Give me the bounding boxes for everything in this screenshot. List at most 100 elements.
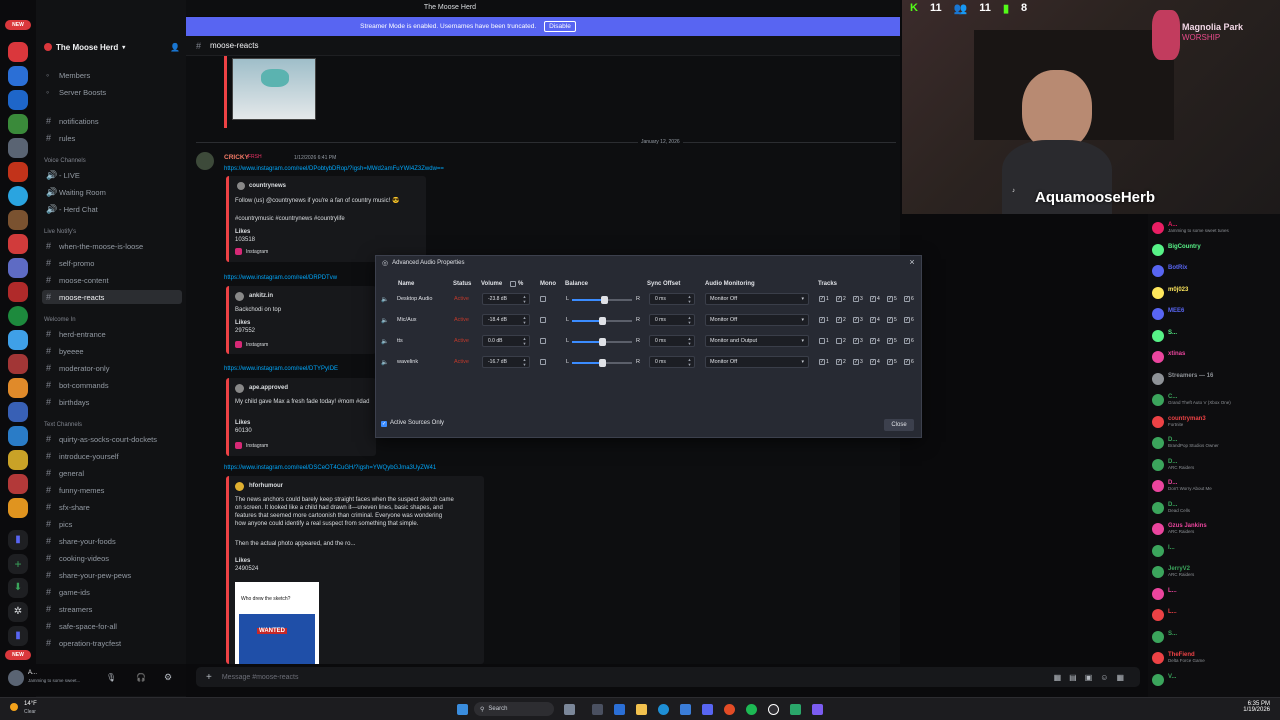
- track-checkbox-3[interactable]: ✓ 3: [853, 359, 863, 365]
- checkbox[interactable]: ✓: [904, 359, 910, 365]
- checkbox[interactable]: ✓: [853, 317, 859, 323]
- track-checkbox-5[interactable]: ✓ 5: [887, 296, 897, 302]
- server-icon[interactable]: [8, 330, 28, 350]
- checkbox[interactable]: ✓: [870, 296, 876, 302]
- volume-percent-checkbox[interactable]: [510, 281, 516, 287]
- member-list-item[interactable]: D... BrandPop Studios Owner: [1152, 437, 1278, 449]
- mono-checkbox[interactable]: [540, 359, 546, 365]
- channel-item-rules[interactable]: # rules: [42, 131, 182, 145]
- track-checkbox-2[interactable]: ✓ 2: [836, 359, 846, 365]
- server-icon[interactable]: ▮: [8, 626, 28, 646]
- server-icon[interactable]: [8, 162, 28, 182]
- server-icon[interactable]: [8, 90, 28, 110]
- member-list-item[interactable]: V...: [1152, 673, 1278, 686]
- slider-handle[interactable]: [601, 296, 608, 304]
- obs-icon[interactable]: [768, 704, 779, 715]
- track-checkbox-4[interactable]: ✓ 4: [870, 296, 880, 302]
- embed-author[interactable]: ape.approved: [249, 384, 288, 392]
- audio-monitoring-dropdown[interactable]: Monitor Off ▾: [705, 293, 809, 305]
- edge-icon[interactable]: [658, 704, 669, 715]
- channel-item-quirty-as-socks-court-dockets[interactable]: # quirty-as-socks-court-dockets: [42, 432, 182, 446]
- spotify-icon[interactable]: [746, 704, 757, 715]
- spin-arrows-icon[interactable]: ▲▼: [687, 336, 692, 346]
- member-list-item[interactable]: Gzus Jankins ARC Raiders: [1152, 523, 1278, 535]
- balance-slider[interactable]: [572, 359, 632, 367]
- channel-item--live[interactable]: 🔊 - LIVE: [42, 168, 182, 182]
- audio-monitoring-dropdown[interactable]: Monitor Off ▾: [705, 314, 809, 326]
- track-checkbox-6[interactable]: ✓ 6: [904, 338, 914, 344]
- active-sources-checkbox[interactable]: ✓: [381, 421, 387, 427]
- message-composer[interactable]: + Message #moose-reacts ▦▤▣☺▦: [196, 667, 1140, 687]
- headphones-icon[interactable]: 🎧: [136, 673, 146, 682]
- track-checkbox-3[interactable]: ✓ 3: [853, 296, 863, 302]
- server-icon[interactable]: [8, 66, 28, 86]
- balance-slider[interactable]: [572, 317, 632, 325]
- app-icon[interactable]: [614, 704, 625, 715]
- channel-item-share-your-foods[interactable]: # share-your-foods: [42, 534, 182, 548]
- server-icon[interactable]: [8, 210, 28, 230]
- embed-author[interactable]: hforhumour: [249, 482, 283, 490]
- member-list-item[interactable]: TheFiend Delta Force Game: [1152, 652, 1278, 664]
- member-list-item[interactable]: L...: [1152, 587, 1278, 600]
- volume-spinbox[interactable]: -16.7 dB ▲▼: [482, 356, 530, 368]
- track-checkbox-1[interactable]: ✓ 1: [819, 359, 829, 365]
- member-list-item[interactable]: BigCountry: [1152, 243, 1278, 256]
- channel-item-general[interactable]: # general: [42, 466, 182, 480]
- server-icon[interactable]: [8, 186, 28, 206]
- sync-offset-spinbox[interactable]: 0 ms ▲▼: [649, 314, 695, 326]
- checkbox[interactable]: ✓: [870, 359, 876, 365]
- balance-slider[interactable]: [572, 338, 632, 346]
- track-checkbox-5[interactable]: ✓ 5: [887, 359, 897, 365]
- track-checkbox-3[interactable]: ✓ 3: [853, 338, 863, 344]
- member-list-item[interactable]: JerryV2 ARC Raiders: [1152, 566, 1278, 578]
- track-checkbox-6[interactable]: ✓ 6: [904, 317, 914, 323]
- spin-arrows-icon[interactable]: ▲▼: [687, 315, 692, 325]
- audio-monitoring-dropdown[interactable]: Monitor Off ▾: [705, 356, 809, 368]
- checkbox[interactable]: ✓: [887, 338, 893, 344]
- avatar[interactable]: [8, 670, 24, 686]
- server-icon[interactable]: [8, 402, 28, 422]
- checkbox[interactable]: ✓: [819, 317, 825, 323]
- server-header[interactable]: The Moose Herd ▾ 👤: [36, 38, 186, 56]
- member-list-item[interactable]: L...: [1152, 609, 1278, 621]
- channel-item-members[interactable]: ◦ Members: [42, 68, 182, 82]
- server-icon[interactable]: [8, 498, 28, 518]
- app-icon[interactable]: [790, 704, 801, 715]
- slider-handle[interactable]: [599, 317, 606, 325]
- spin-arrows-icon[interactable]: ▲▼: [522, 294, 527, 304]
- server-icon[interactable]: [8, 258, 28, 278]
- checkbox[interactable]: ✓: [870, 317, 876, 323]
- checkbox[interactable]: ✓: [819, 296, 825, 302]
- channel-item-waiting-room[interactable]: 🔊 Waiting Room: [42, 185, 182, 199]
- checkbox[interactable]: ✓: [853, 359, 859, 365]
- checkbox[interactable]: [819, 338, 825, 344]
- checkbox[interactable]: ✓: [853, 338, 859, 344]
- mono-checkbox[interactable]: [540, 338, 546, 344]
- member-list-item[interactable]: A... Jamming to some sweet tunes: [1152, 222, 1278, 234]
- channel-item-bot-commands[interactable]: # bot-commands: [42, 378, 182, 392]
- track-checkbox-4[interactable]: ✓ 4: [870, 338, 880, 344]
- channel-item-notifications[interactable]: # notifications: [42, 114, 182, 128]
- track-checkbox-1[interactable]: ✓ 1: [819, 317, 829, 323]
- checkbox[interactable]: ✓: [836, 359, 842, 365]
- checkbox[interactable]: ✓: [887, 359, 893, 365]
- embed-thumbnail[interactable]: Who drew the sketch? WANTED: [235, 582, 319, 664]
- message-link[interactable]: https://www.instagram.com/reel/DPobtybDR…: [224, 165, 444, 173]
- volume-spinbox[interactable]: -18.4 dB ▲▼: [482, 314, 530, 326]
- channel-item-byeeee[interactable]: # byeeee: [42, 344, 182, 358]
- embed-image[interactable]: [232, 58, 316, 120]
- member-list-item[interactable]: C... Grand Theft Auto V (Xbox One): [1152, 394, 1278, 406]
- file-explorer-icon[interactable]: [636, 704, 647, 715]
- member-list-item[interactable]: D... Dead Cells: [1152, 501, 1278, 514]
- discord-icon[interactable]: [702, 704, 713, 715]
- channel-item--herd-chat[interactable]: 🔊 - Herd Chat: [42, 202, 182, 216]
- slider-handle[interactable]: [599, 359, 606, 367]
- channel-item-share-your-pew-pews[interactable]: # share-your-pew-pews: [42, 568, 182, 582]
- member-list-item[interactable]: countryman3 Fortnite: [1152, 415, 1278, 428]
- taskbar-search[interactable]: ⚲ Search: [474, 702, 554, 716]
- sync-offset-spinbox[interactable]: 0 ms ▲▼: [649, 356, 695, 368]
- server-icon[interactable]: [8, 138, 28, 158]
- member-list-item[interactable]: D... Don't Worry About Me: [1152, 480, 1278, 492]
- sync-offset-spinbox[interactable]: 0 ms ▲▼: [649, 293, 695, 305]
- channel-item-moose-content[interactable]: # moose-content: [42, 273, 182, 287]
